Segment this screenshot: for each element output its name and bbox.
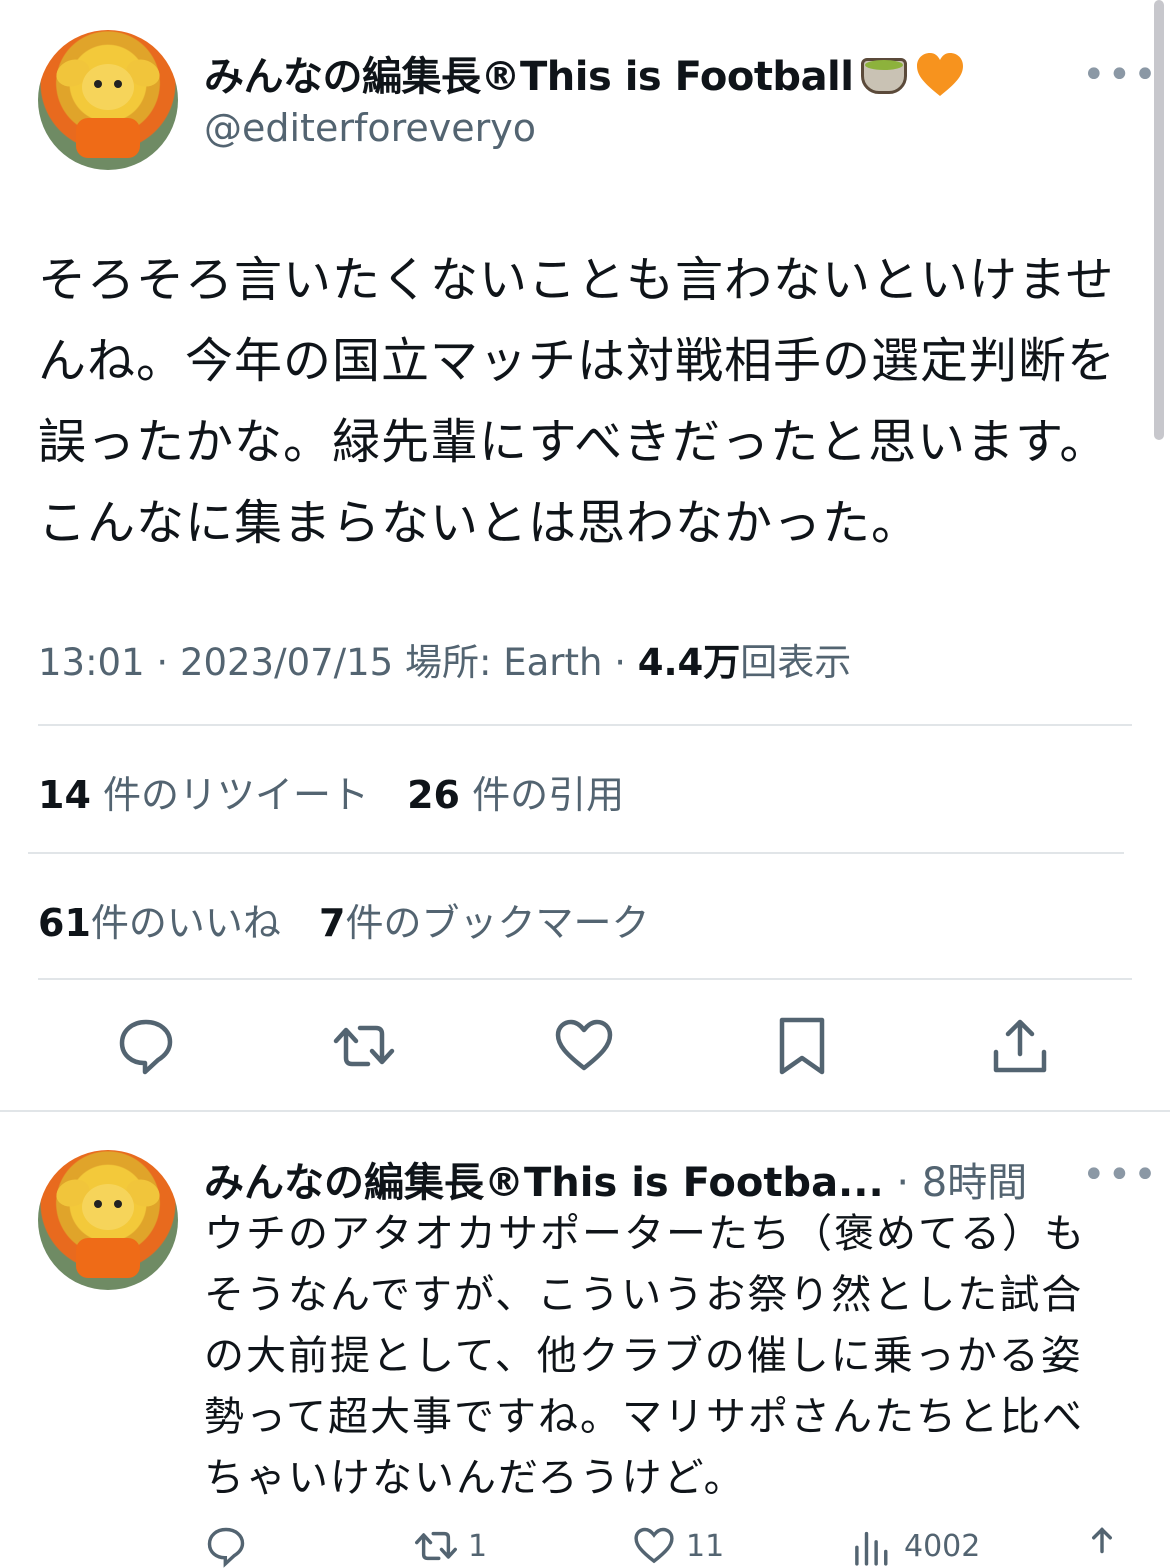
likes-count: 61	[38, 901, 91, 945]
reply-display-name[interactable]: みんなの編集長®This is Footba...	[204, 1160, 884, 1206]
tweet-text-line: そろそろ言いたくないことも言わないといけませ	[38, 252, 1115, 308]
retweets-count: 14	[38, 773, 91, 817]
mascot-shirt	[76, 118, 140, 158]
tweet-text-line: 誤ったかな。緑先輩にすべきだったと思います。	[38, 414, 1109, 470]
divider	[38, 724, 1132, 726]
display-name[interactable]: みんなの編集長®This is Football	[204, 44, 965, 102]
bookmarks-count: 7	[319, 901, 346, 945]
mascot-eye	[94, 1200, 102, 1208]
likes-label: 件のいいね	[90, 901, 281, 945]
like-icon[interactable]	[552, 1014, 616, 1078]
reply-retweet-button[interactable]: 1	[414, 1526, 487, 1566]
reply-avatar[interactable]	[38, 1150, 178, 1290]
tweet-text: そろそろ言いたくないことも言わないといけませ んね。今年の国立マッチは対戦相手の…	[38, 240, 1138, 564]
reply-text-line: そうなんですが、こういうお祭り然とした試合	[204, 1272, 1084, 1318]
meta-separator: ·	[156, 641, 169, 684]
share-icon	[1092, 1527, 1112, 1554]
views-label: 回表示	[740, 641, 852, 684]
tweet-meta: 13:01 · 2023/07/15 場所: Earth · 4.4万回表示	[38, 632, 851, 686]
mascot-eye	[94, 80, 102, 88]
reply-retweet-count: 1	[468, 1528, 488, 1564]
share-icon[interactable]	[988, 1014, 1052, 1078]
quotes-label: 件の引用	[472, 773, 625, 817]
reply-more-options-icon[interactable]: •••	[1082, 1152, 1159, 1198]
reply-reply-button[interactable]	[204, 1526, 248, 1568]
like-icon	[634, 1527, 674, 1564]
quotes-stat[interactable]: 26 件の引用	[407, 764, 624, 819]
retweet-icon	[415, 1531, 457, 1561]
tweet-location: 場所: Earth	[404, 641, 603, 684]
reply-text-line: ちゃいけないんだろうけど。	[204, 1455, 746, 1501]
divider	[28, 852, 1124, 854]
tweet-time[interactable]: 13:01	[38, 641, 145, 684]
reply-time[interactable]: · 8時間	[896, 1160, 1027, 1206]
bookmarks-label: 件のブックマーク	[345, 901, 650, 945]
user-handle[interactable]: @editerforeveryo	[204, 106, 536, 150]
tweet-text-line: んね。今年の国立マッチは対戦相手の選定判断を	[38, 333, 1117, 389]
display-name-text[interactable]: みんなの編集長®This is Football	[204, 54, 854, 100]
reply-icon[interactable]	[114, 1014, 178, 1078]
bookmark-icon[interactable]	[770, 1014, 834, 1078]
divider	[0, 1110, 1170, 1112]
divider	[38, 978, 1132, 980]
mascot-eye	[114, 80, 122, 88]
tweet-date[interactable]: 2023/07/15	[180, 641, 393, 684]
retweet-icon[interactable]	[332, 1014, 396, 1078]
reply-text-line: ウチのアタオカサポーターたち（褒めてる）も	[204, 1211, 1086, 1257]
views-count: 4.4万	[637, 641, 741, 684]
mascot-eye	[114, 1200, 122, 1208]
reply-view-count: 4002	[904, 1528, 981, 1564]
reply-like-count: 11	[686, 1528, 725, 1564]
reply-icon	[207, 1527, 245, 1568]
tea-icon	[855, 52, 908, 96]
retweets-label: 件のリツイート	[102, 773, 369, 817]
quotes-count: 26	[407, 773, 460, 817]
retweets-stat[interactable]: 14 件のリツイート	[38, 764, 369, 819]
reply-header: みんなの編集長®This is Footba... · 8時間	[204, 1150, 1027, 1208]
stats-row-retweets: 14 件のリツイート 26 件の引用	[38, 764, 650, 819]
reply-text-line: の大前提として、他クラブの催しに乗っかる姿	[204, 1333, 1083, 1379]
mascot-face	[82, 1184, 134, 1230]
stats-row-likes: 61件のいいね 7件のブックマーク	[38, 892, 675, 947]
avatar[interactable]	[38, 30, 178, 170]
reply-text-line: 勢って超大事ですね。マリサポさんたちと比べ	[204, 1394, 1084, 1440]
views-icon	[855, 1531, 888, 1566]
orange-heart-icon	[917, 53, 964, 96]
more-options-icon[interactable]: •••	[1082, 52, 1159, 98]
tweet-text-line: こんなに集まらないとは思わなかった。	[38, 495, 921, 551]
reply-text: ウチのアタオカサポーターたち（褒めてる）も そうなんですが、こういうお祭り然とし…	[204, 1204, 1134, 1509]
likes-stat[interactable]: 61件のいいね	[38, 892, 281, 947]
meta-separator: ·	[614, 641, 626, 684]
reply-views-button[interactable]: 4002	[850, 1526, 980, 1566]
reply-share-button[interactable]	[1080, 1526, 1124, 1566]
mascot-shirt	[76, 1238, 140, 1278]
mascot-face	[82, 64, 134, 110]
reply-like-button[interactable]: 11	[632, 1526, 724, 1566]
bookmarks-stat[interactable]: 7件のブックマーク	[319, 892, 649, 947]
